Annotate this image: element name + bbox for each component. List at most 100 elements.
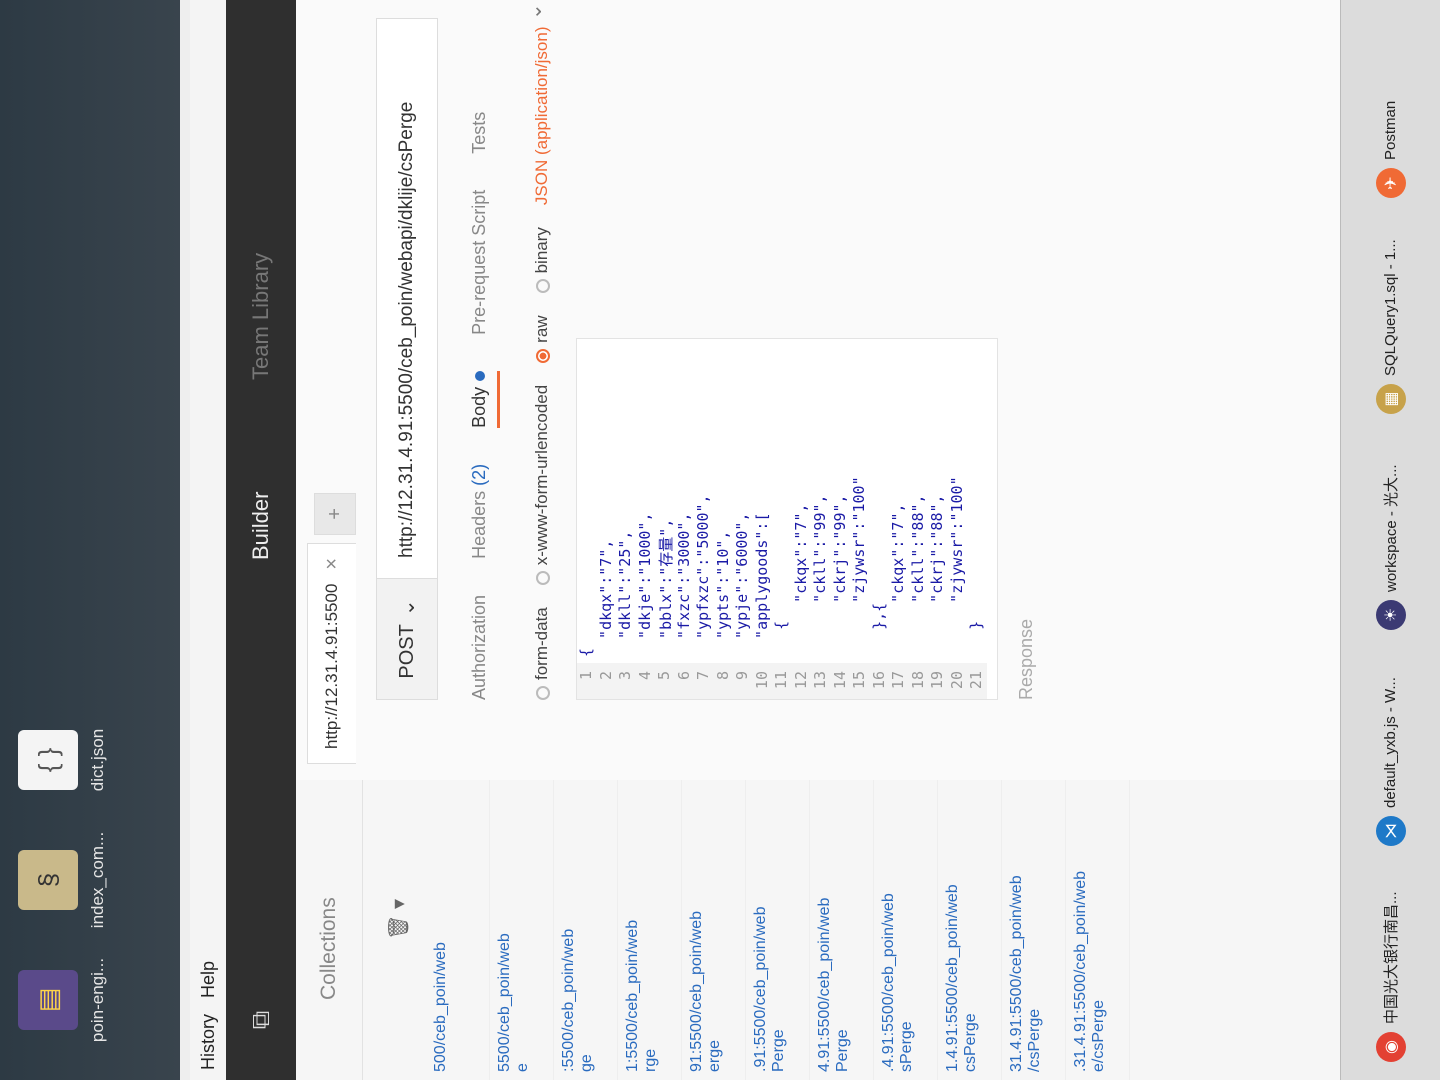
code-text: "applygoods":[ (752, 512, 771, 657)
script-icon: § (18, 850, 78, 910)
tab-authorization[interactable]: Authorization (469, 595, 490, 700)
menu-help[interactable]: Help (198, 961, 219, 998)
line-number: 17 (889, 663, 909, 699)
option-urlencoded[interactable]: x-www-form-urlencoded (532, 384, 552, 586)
line-number: 11 (772, 663, 792, 699)
archive-icon: ▤ (18, 970, 78, 1030)
headers-count: (2) (468, 463, 489, 486)
history-item[interactable]: .4.91:5500/ceb_poin/web sPerge (874, 780, 938, 1080)
history-item[interactable]: 1:5500/ceb_poin/web rge (618, 780, 682, 1080)
code-line: 17 "ckqx":"7", (889, 339, 909, 699)
history-item[interactable]: .91:5500/ceb_poin/web Perge (746, 780, 810, 1080)
desktop-icon-script[interactable]: § index_com... (18, 820, 108, 940)
history-item[interactable]: 500/ceb_poin/web (426, 780, 490, 1080)
sidebar: Collections 🗑 ▾ 500/ceb_poin/web 5500/ce… (296, 779, 1440, 1080)
taskbar-label: 中国光大银行南昌... (1383, 891, 1400, 1024)
code-line: 12 "ckqx":"7", (791, 339, 811, 699)
code-text: { (577, 647, 595, 657)
code-line: 19 "ckrj":"88", (928, 339, 948, 699)
line-number: 9 (733, 663, 753, 699)
code-line: 20 "zjywsr":"100" (947, 339, 967, 699)
line-number: 6 (674, 663, 694, 699)
json-file-icon: { } (18, 730, 78, 790)
option-urlencoded-label: x-www-form-urlencoded (532, 384, 551, 566)
taskbar-eclipse[interactable]: ☀ workspace - 光大... (1356, 432, 1426, 638)
option-raw[interactable]: raw (532, 315, 552, 363)
history-item[interactable]: .31.4.91:5500/ceb_poin/web e/csPerge (1066, 780, 1130, 1080)
code-line: 4 "dkje":"1000", (635, 339, 655, 699)
code-line: 1{ (577, 339, 597, 699)
builder-main: http://12.31.4.91:5500 × + POST ⌄ http:/… (296, 0, 1440, 780)
rotated-screen: ▤ poin-engi... § index_com... { } dict.j… (0, 0, 1440, 1080)
line-number: 7 (694, 663, 714, 699)
taskbar-label: SQLQuery1.sql - 1... (1382, 239, 1399, 376)
taskbar-sql[interactable]: ▦ SQLQuery1.sql - 1... (1356, 216, 1426, 422)
method-select[interactable]: POST ⌄ (377, 578, 437, 699)
body-editor[interactable]: 1{ 2 "dkqx":"7", 3 "dkll":"25", 4 "dkje"… (576, 338, 998, 700)
request-tab-title: http://12.31.4.91:5500 (322, 583, 341, 749)
taskbar-vscode[interactable]: ⋊ default_yxb.js - W... (1356, 648, 1426, 854)
add-tab-button[interactable]: + (314, 492, 356, 535)
url-bar: POST ⌄ http://12.31.4.91:5500/ceb_poin/w… (376, 18, 438, 700)
tab-team-library[interactable]: Team Library (226, 253, 296, 380)
tab-builder[interactable]: Builder (226, 492, 296, 560)
line-number: 20 (947, 663, 967, 699)
line-number: 4 (635, 663, 655, 699)
tab-tests[interactable]: Tests (469, 112, 490, 154)
code-text: "dkll":"25", (616, 530, 634, 657)
code-line: 8 "ypts":"10", (713, 339, 733, 699)
taskbar-chrome[interactable]: ◉ 中国光大银行南昌... (1356, 864, 1426, 1070)
option-binary[interactable]: binary (532, 227, 552, 294)
tab-headers[interactable]: Headers (2) (469, 464, 490, 559)
tab-body[interactable]: Body (468, 370, 490, 428)
response-label: Response (1016, 618, 1036, 700)
code-text: "ckll":"99", (811, 494, 829, 657)
request-tab[interactable]: http://12.31.4.91:5500 × (307, 542, 356, 764)
history-item[interactable]: :5500/ceb_poin/web ge (554, 780, 618, 1080)
body-options: form-data x-www-form-urlencoded raw bina… (522, 0, 562, 700)
history-item[interactable]: 91:5500/ceb_poin/web erge (682, 780, 746, 1080)
desktop: ▤ poin-engi... § index_com... { } dict.j… (0, 0, 180, 1080)
code-line: 21 } (967, 339, 987, 699)
code-text: "bblx":"存量", (657, 518, 675, 657)
line-number: 16 (869, 663, 889, 699)
code-text: "fxzc":"3000", (674, 512, 693, 657)
taskbar-label: Postman (1382, 100, 1399, 160)
desktop-icon-json[interactable]: { } dict.json (18, 700, 108, 820)
code-text: } (967, 620, 985, 657)
line-number: 12 (791, 663, 811, 699)
content-type-select[interactable]: JSON (application/json) (532, 27, 552, 206)
option-form-data[interactable]: form-data (532, 607, 552, 700)
chevron-down-icon[interactable]: ⌄ (522, 3, 547, 20)
trash-icon[interactable]: 🗑 ▾ (386, 899, 411, 940)
desktop-icon-archive[interactable]: ▤ poin-engi... (18, 940, 108, 1060)
line-number: 5 (655, 663, 675, 699)
history-item[interactable]: 31.4.91:5500/ceb_poin/web/csPerge (1002, 780, 1066, 1080)
line-number: 21 (967, 663, 987, 699)
history-item[interactable]: 5500/ceb_poin/web e (490, 780, 554, 1080)
method-label: POST (395, 624, 418, 679)
taskbar-postman[interactable]: ✈ Postman (1356, 93, 1426, 206)
line-number: 10 (752, 663, 772, 699)
code-text: "dkje":"1000", (635, 512, 654, 657)
code-text: "zjywsr":"100" (850, 476, 868, 657)
url-input[interactable]: http://12.31.4.91:5500/ceb_poin/webapi/d… (396, 102, 418, 578)
code-line: 3 "dkll":"25", (616, 339, 636, 699)
history-item[interactable]: 1.4.91:5500/ceb_poin/web csPerge (938, 780, 1002, 1080)
request-tabs: http://12.31.4.91:5500 × + (296, 0, 356, 780)
menu-history[interactable]: History (198, 1014, 219, 1070)
new-tab-icon[interactable]: ⧉ (241, 1000, 281, 1040)
code-line: 13 "ckll":"99", (811, 339, 831, 699)
sql-icon: ▦ (1375, 384, 1406, 414)
request-subtabs: Authorization Headers (2) Body Pre-reque… (456, 20, 502, 700)
line-number: 8 (713, 663, 733, 699)
code-text: "ckrj":"88", (928, 494, 946, 657)
close-icon[interactable]: × (321, 558, 344, 570)
code-text: "ypfxzc":"5000", (694, 494, 712, 657)
app-header: ⧉ Builder Team Library (226, 0, 296, 1080)
collections-tab[interactable]: Collections (296, 780, 363, 1080)
history-item[interactable]: 4.91:5500/ceb_poin/web Perge (810, 780, 874, 1080)
tab-prerequest-script[interactable]: Pre-request Script (469, 190, 490, 335)
tab-body-label: Body (468, 386, 489, 428)
code-line: 9 "ypje":"6000", (733, 339, 753, 699)
